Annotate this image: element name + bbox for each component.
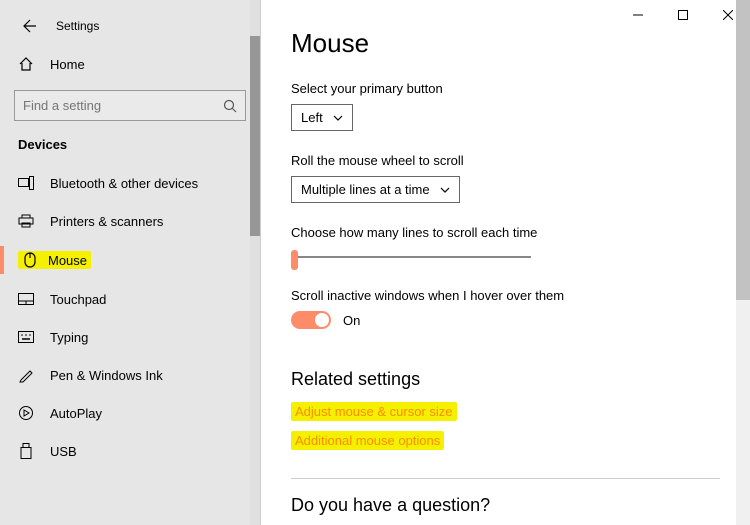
sidebar-item-pen[interactable]: Pen & Windows Ink (0, 356, 260, 394)
page-heading: Mouse (291, 28, 720, 59)
sidebar-item-label: Typing (50, 330, 88, 345)
chevron-down-icon (440, 187, 450, 193)
minimize-button[interactable] (615, 0, 660, 30)
primary-button-label: Select your primary button (291, 81, 720, 96)
sidebar-item-autoplay[interactable]: AutoPlay (0, 394, 260, 432)
usb-icon (18, 443, 34, 459)
slider-track (291, 256, 531, 258)
sidebar-item-usb[interactable]: USB (0, 432, 260, 470)
question-heading: Do you have a question? (291, 495, 720, 516)
inactive-state: On (343, 313, 360, 328)
chevron-down-icon (333, 115, 343, 121)
back-button[interactable] (18, 16, 38, 36)
divider (291, 478, 720, 479)
sidebar-item-label: Mouse (48, 253, 87, 268)
minimize-icon (633, 10, 643, 20)
lines-label: Choose how many lines to scroll each tim… (291, 225, 720, 240)
wheel-scroll-value: Multiple lines at a time (301, 182, 430, 197)
sidebar-item-label: Pen & Windows Ink (50, 368, 163, 383)
sidebar-item-label: USB (50, 444, 77, 459)
sidebar-item-printers[interactable]: Printers & scanners (0, 202, 260, 240)
inactive-toggle[interactable] (291, 311, 331, 329)
content-scrollbar-thumb[interactable] (736, 0, 750, 300)
related-link-mouse-options[interactable]: Additional mouse options (291, 431, 444, 450)
sidebar-item-label: Bluetooth & other devices (50, 176, 198, 191)
slider-thumb[interactable] (291, 250, 298, 270)
touchpad-icon (18, 291, 34, 307)
related-link-cursor-size[interactable]: Adjust mouse & cursor size (291, 402, 457, 421)
sidebar-item-label: AutoPlay (50, 406, 102, 421)
autoplay-icon (18, 405, 34, 421)
home-nav[interactable]: Home (0, 46, 260, 82)
printer-icon (18, 213, 34, 229)
lines-slider[interactable] (291, 248, 531, 266)
maximize-icon (678, 10, 688, 20)
sidebar-item-bluetooth[interactable]: Bluetooth & other devices (0, 164, 260, 202)
sidebar-item-label: Touchpad (50, 292, 106, 307)
close-icon (723, 10, 733, 20)
close-button[interactable] (705, 0, 750, 30)
pen-icon (18, 367, 34, 383)
maximize-button[interactable] (660, 0, 705, 30)
home-icon (18, 56, 34, 72)
sidebar-item-label: Printers & scanners (50, 214, 163, 229)
sidebar: Settings Home Devices Bluetooth & other … (0, 0, 261, 525)
app-title: Settings (56, 19, 99, 33)
devices-icon (18, 175, 34, 191)
inactive-label: Scroll inactive windows when I hover ove… (291, 288, 720, 303)
sidebar-item-touchpad[interactable]: Touchpad (0, 280, 260, 318)
primary-button-select[interactable]: Left (291, 104, 353, 131)
sidebar-section-label: Devices (0, 133, 260, 164)
primary-button-value: Left (301, 110, 323, 125)
related-heading: Related settings (291, 369, 720, 390)
sidebar-item-typing[interactable]: Typing (0, 318, 260, 356)
wheel-scroll-label: Roll the mouse wheel to scroll (291, 153, 720, 168)
sidebar-item-mouse[interactable]: Mouse (0, 240, 260, 280)
wheel-scroll-select[interactable]: Multiple lines at a time (291, 176, 460, 203)
keyboard-icon (18, 329, 34, 345)
search-icon (222, 98, 238, 114)
content-pane: Mouse Select your primary button Left Ro… (261, 0, 750, 525)
mouse-icon (22, 252, 38, 268)
back-arrow-icon (20, 18, 36, 34)
search-input[interactable] (14, 90, 246, 121)
toggle-knob (315, 313, 329, 327)
home-label: Home (50, 57, 85, 72)
